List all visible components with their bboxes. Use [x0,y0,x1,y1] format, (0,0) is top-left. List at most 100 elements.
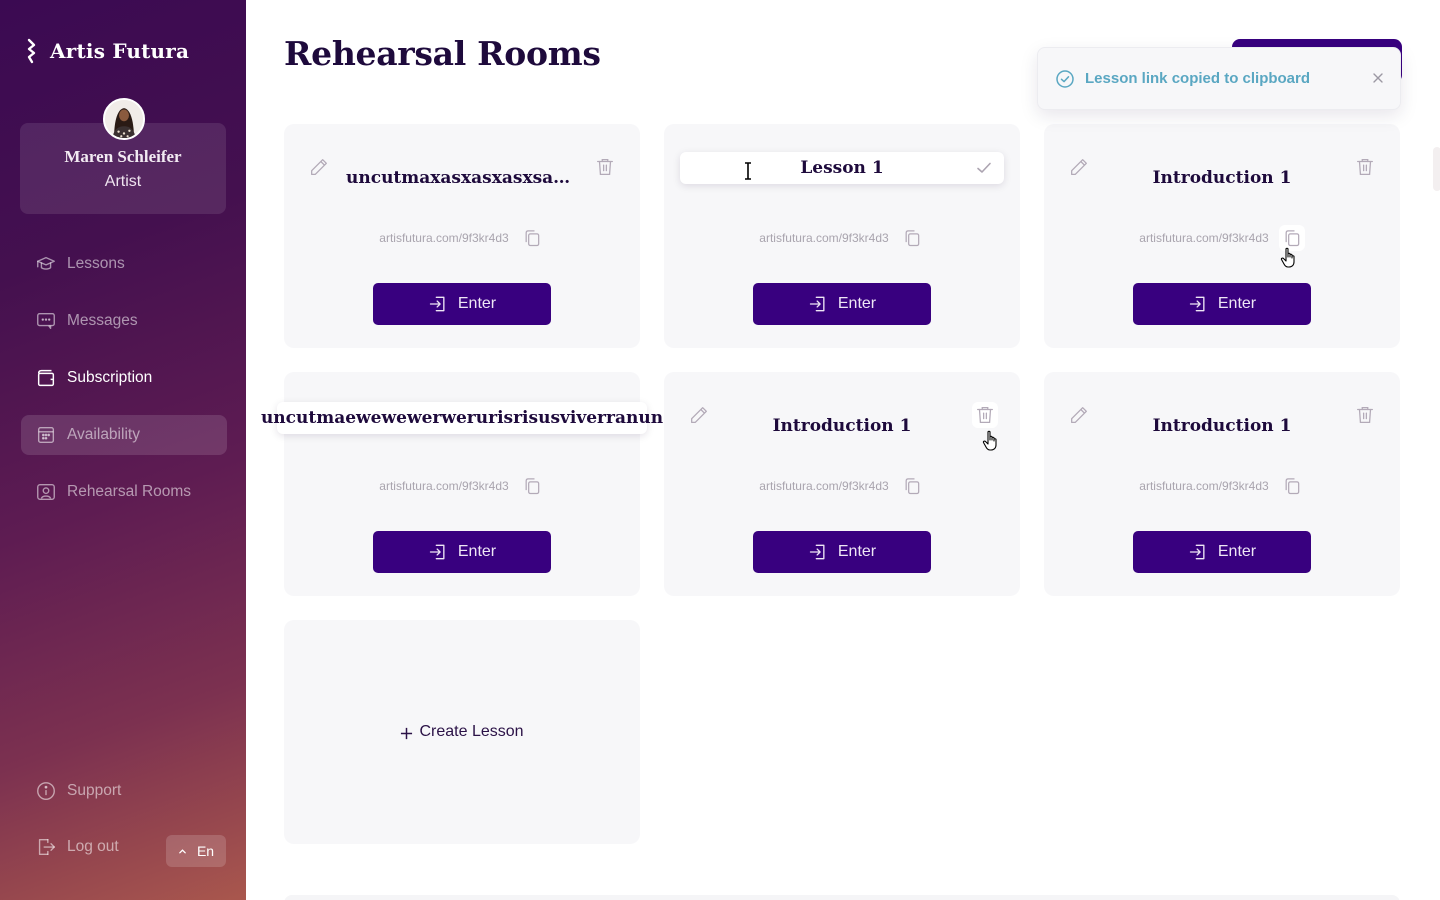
lesson-link-row: artisfutura.com/9f3kr4d3 [1044,225,1400,251]
copy-link-button[interactable] [899,473,925,499]
copy-link-button[interactable] [519,225,545,251]
copy-icon [905,230,919,247]
enter-label: Enter [457,295,497,312]
lesson-link: artisfutura.com/9f3kr4d3 [759,479,889,493]
lesson-card: Introduction 1 artisfutura.com/9f3kr4d3 … [1044,372,1400,596]
enter-label: Enter [1217,543,1257,560]
copy-icon [1285,478,1299,495]
chevron-up-icon [179,848,186,853]
sidebar-bottom: Support Log out [35,776,121,888]
create-lesson-label: Create Lesson [419,723,524,740]
enter-label: Enter [1217,295,1257,312]
copy-icon [1285,230,1299,247]
lesson-title-input-value: Lesson 1 [800,158,884,178]
scrollbar-thumb[interactable] [1433,147,1440,191]
sidebar-item-label: Rehearsal Rooms [67,483,192,500]
logout-label: Log out [67,838,119,855]
user-frame-icon [37,483,55,501]
copy-icon [525,478,539,495]
lesson-title: uncutmaxasxasxasxsauris... [346,168,609,188]
copy-icon [905,478,919,495]
enter-button[interactable]: Enter [753,283,931,325]
delete-button[interactable] [1352,154,1378,180]
enter-icon [1189,296,1205,312]
info-icon [37,782,55,800]
lesson-card: Introduction 1 artisfutura.com/9f3kr4d3 … [1044,124,1400,348]
sidebar-item-subscription[interactable]: Subscription [21,358,227,398]
sidebar-nav: Lessons Messages Subscription Availabili… [21,244,227,529]
next-section-card [284,895,1400,900]
copy-icon [525,230,539,247]
enter-button[interactable]: Enter [1133,283,1311,325]
lesson-title-input[interactable]: Lesson 1 [680,152,1004,184]
sidebar-item-availability[interactable]: Availability [21,415,227,455]
language-selector[interactable]: En [166,835,226,867]
brand[interactable]: Artis Futura [26,38,189,64]
lesson-title-input-value: uncutmaewewewerwerurisrisusviverranun [260,408,664,428]
trash-icon [1357,159,1373,175]
enter-icon [1189,544,1205,560]
sidebar-item-label: Subscription [67,369,153,386]
enter-icon [809,544,825,560]
enter-button[interactable]: Enter [373,283,551,325]
lesson-link: artisfutura.com/9f3kr4d3 [759,231,889,245]
enter-button[interactable]: Enter [373,531,551,573]
profile-role: Artist [104,173,142,190]
lesson-title-input[interactable]: uncutmaewewewerwerurisrisusviverranun [261,402,663,434]
language-label: En [196,843,215,859]
lesson-title: Introduction 1 [1152,416,1292,436]
copy-link-button[interactable] [1278,225,1305,251]
plus-icon [401,727,413,740]
copy-link-button[interactable] [899,225,925,251]
enter-icon [429,544,445,560]
lesson-link-row: artisfutura.com/9f3kr4d3 [284,225,640,251]
lesson-link: artisfutura.com/9f3kr4d3 [1139,479,1269,493]
avatar-image [105,100,143,138]
enter-label: Enter [837,295,877,312]
graduation-cap-icon [37,256,55,270]
wallet-icon [37,369,55,387]
chat-bubble-icon [37,312,55,330]
page-title: Rehearsal Rooms [284,34,601,73]
enter-button[interactable]: Enter [1133,531,1311,573]
lesson-link-row: artisfutura.com/9f3kr4d3 [284,473,640,499]
copy-link-button[interactable] [1279,473,1305,499]
toast-message: Lesson link copied to clipboard [1085,70,1311,87]
avatar[interactable] [103,98,145,140]
lesson-link: artisfutura.com/9f3kr4d3 [379,231,509,245]
lesson-card: Introduction 1 artisfutura.com/9f3kr4d3 … [664,372,1020,596]
toast-notification: Lesson link copied to clipboard [1037,47,1401,110]
support-label: Support [67,782,122,799]
enter-icon [809,296,825,312]
copy-link-button[interactable] [519,473,545,499]
lesson-title: Introduction 1 [772,416,912,436]
logout-link[interactable]: Log out [35,832,121,862]
lesson-link-row: artisfutura.com/9f3kr4d3 [664,473,1020,499]
checkmark-icon[interactable] [974,158,994,178]
delete-button[interactable] [972,402,998,428]
profile-name: Maren Schleifer [64,147,182,166]
close-icon[interactable] [1370,70,1386,86]
enter-button[interactable]: Enter [753,531,931,573]
sidebar-item-messages[interactable]: Messages [21,301,227,341]
sidebar-item-label: Availability [67,426,140,443]
lesson-card: Lesson 1 artisfutura.com/9f3kr4d3 Enter [664,124,1020,348]
lesson-link: artisfutura.com/9f3kr4d3 [379,479,509,493]
check-circle-icon [1056,69,1074,88]
lesson-link: artisfutura.com/9f3kr4d3 [1139,231,1269,245]
delete-button[interactable] [592,154,618,180]
lesson-link-row: artisfutura.com/9f3kr4d3 [1044,473,1400,499]
create-lesson-card[interactable]: Create Lesson [284,620,640,844]
enter-label: Enter [457,543,497,560]
sidebar-item-label: Messages [67,312,138,329]
sidebar-item-lessons[interactable]: Lessons [21,244,227,284]
enter-label: Enter [837,543,877,560]
logout-icon [38,838,55,856]
sidebar-item-rehearsal-rooms[interactable]: Rehearsal Rooms [21,472,227,512]
enter-icon [429,296,445,312]
delete-button[interactable] [1352,402,1378,428]
sidebar: Artis Futura Maren Schleifer Artist Less… [0,0,246,900]
lesson-card: uncutmaxasxasxasxsauris... artisfutura.c… [284,124,640,348]
brand-name: Artis Futura [50,39,190,63]
support-link[interactable]: Support [35,776,121,806]
